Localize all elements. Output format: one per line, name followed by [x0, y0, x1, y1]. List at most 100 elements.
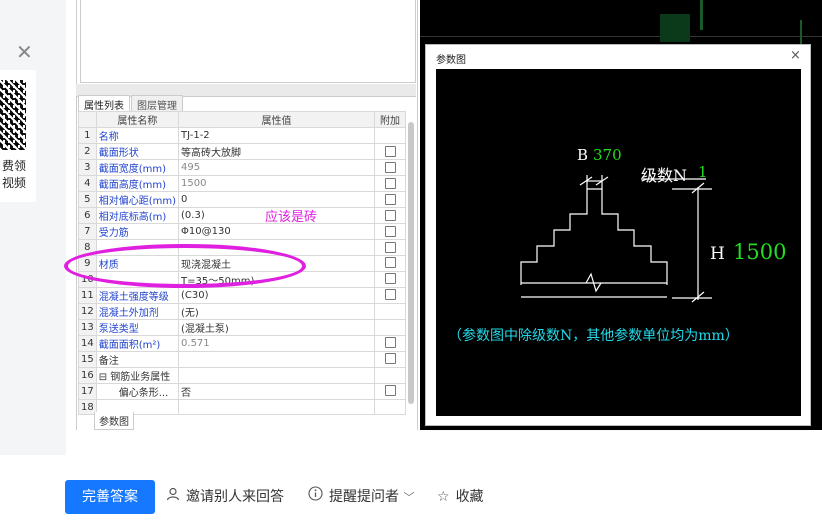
table-row[interactable]: 6 相对底标高(m) (0.3) — [78, 207, 406, 224]
row-property-value[interactable]: 等高砖大放脚 — [178, 143, 376, 160]
row-extra — [374, 127, 406, 144]
row-property-name: 混凝土强度等级 — [95, 286, 180, 304]
extra-checkbox[interactable] — [384, 289, 396, 301]
table-row[interactable]: 16 ⊟ 钢筋业务属性 — [78, 366, 406, 384]
row-index: 15 — [78, 350, 97, 368]
row-property-name: 受力筋 — [95, 223, 180, 240]
dialog-close-icon[interactable]: × — [790, 48, 801, 63]
favorite-label: 收藏 — [455, 489, 484, 505]
table-row[interactable]: 15 备注 — [78, 350, 406, 368]
close-promo-icon[interactable]: ✕ — [16, 40, 33, 64]
extra-checkbox[interactable] — [384, 145, 396, 157]
row-property-value[interactable]: 495 — [178, 159, 376, 176]
extra-checkbox[interactable] — [384, 337, 396, 349]
row-extra — [374, 366, 406, 384]
row-property-name: ⊟ 钢筋业务属性 — [95, 366, 180, 384]
table-row[interactable]: 4 截面高度(mm) 1500 — [78, 175, 406, 192]
row-property-value[interactable] — [178, 398, 376, 416]
row-property-name: 截面面积(m²) — [95, 334, 180, 352]
extra-checkbox[interactable] — [384, 385, 396, 397]
row-index: 12 — [78, 302, 97, 320]
row-property-value[interactable]: (C30) — [178, 286, 376, 304]
row-index: 1 — [78, 127, 97, 144]
complete-answer-button[interactable]: 完善答案 — [65, 480, 155, 514]
extra-checkbox[interactable] — [384, 273, 396, 285]
panel-top-area — [80, 0, 416, 83]
extra-checkbox[interactable] — [384, 257, 396, 269]
row-property-name: 备注 — [95, 350, 180, 368]
table-row[interactable]: 17 偏心条形... 否 — [78, 382, 406, 400]
remind-asker-button[interactable]: 提醒提问者 ﹀ — [308, 486, 414, 506]
row-extra — [374, 254, 406, 272]
level-label: 级数N — [641, 166, 688, 185]
remind-label: 提醒提问者 — [329, 489, 399, 505]
row-property-value[interactable] — [178, 366, 376, 384]
row-property-value[interactable]: 1500 — [178, 175, 376, 192]
row-property-value[interactable]: TJ-1-2 — [178, 127, 376, 144]
dim-h-value: 1500 — [733, 240, 787, 264]
table-row[interactable]: 3 截面宽度(mm) 495 — [78, 159, 406, 176]
row-index: 5 — [78, 191, 97, 208]
row-extra — [374, 286, 406, 304]
row-extra — [374, 318, 406, 336]
row-index: 14 — [78, 334, 97, 352]
promo-line-1: 费领 — [1, 159, 26, 173]
row-index: 4 — [78, 175, 97, 192]
row-property-name: 混凝土外加剂 — [95, 302, 180, 320]
table-row[interactable]: 2 截面形状 等高砖大放脚 — [78, 143, 406, 160]
row-property-value[interactable]: (混凝土泵) — [178, 318, 376, 336]
user-icon — [166, 487, 180, 505]
row-extra — [374, 191, 406, 208]
row-extra — [374, 143, 406, 160]
table-row[interactable]: 1 名称 TJ-1-2 — [78, 127, 406, 144]
header-extra: 附加 — [374, 111, 406, 128]
row-extra — [374, 382, 406, 400]
table-row[interactable]: 12 混凝土外加剂 (无) — [78, 302, 406, 320]
table-row[interactable]: 11 混凝土强度等级 (C30) — [78, 286, 406, 304]
dialog-title: 参数图 — [436, 55, 466, 66]
row-property-name: 截面形状 — [95, 143, 180, 160]
invite-label: 邀请别人来回答 — [186, 489, 284, 505]
header-index — [78, 111, 97, 128]
tab-parameter-diagram[interactable]: 参数图 — [94, 412, 134, 430]
promo-text: 费领 视频 — [0, 158, 26, 192]
extra-checkbox[interactable] — [384, 161, 396, 173]
extra-checkbox[interactable] — [384, 241, 396, 253]
dim-b-label: B — [577, 146, 589, 164]
extra-checkbox[interactable] — [384, 225, 396, 237]
extra-checkbox[interactable] — [384, 193, 396, 205]
dim-b-value: 370 — [593, 146, 622, 164]
invite-answer-button[interactable]: 邀请别人来回答 — [166, 486, 284, 506]
panel-scrollbar[interactable] — [408, 122, 414, 404]
table-row[interactable]: 14 截面面积(m²) 0.571 — [78, 334, 406, 352]
row-property-value[interactable]: (无) — [178, 302, 376, 320]
extra-checkbox[interactable] — [384, 177, 396, 189]
row-index: 7 — [78, 223, 97, 240]
row-property-name: 截面宽度(mm) — [95, 159, 180, 176]
row-extra — [374, 334, 406, 352]
favorite-button[interactable]: ☆ 收藏 — [437, 486, 484, 506]
row-property-value[interactable]: 0.571 — [178, 334, 376, 352]
row-property-name: 相对底标高(m) — [95, 207, 180, 224]
table-row[interactable]: 5 相对偏心距(mm) 0 — [78, 191, 406, 208]
chevron-down-icon: ﹀ — [403, 491, 415, 504]
row-extra — [374, 398, 406, 416]
extra-checkbox[interactable] — [384, 353, 396, 365]
row-property-name: 截面高度(mm) — [95, 175, 180, 192]
extra-checkbox[interactable] — [384, 209, 396, 221]
row-index: 3 — [78, 159, 97, 176]
row-property-value[interactable]: 否 — [178, 382, 376, 400]
footing-outline — [520, 188, 668, 285]
row-index: 11 — [78, 286, 97, 304]
row-property-value[interactable]: Φ10@130 — [178, 223, 376, 240]
row-extra — [374, 350, 406, 368]
row-extra — [374, 302, 406, 320]
dim-h-label: H — [710, 244, 725, 264]
row-property-name: 偏心条形... — [95, 382, 180, 400]
table-row[interactable]: 7 受力筋 Φ10@130 — [78, 223, 406, 240]
panel-tabs: 属性列表 图层管理 — [78, 95, 184, 114]
row-property-value[interactable] — [178, 350, 376, 368]
row-extra — [374, 159, 406, 176]
table-row[interactable]: 13 泵送类型 (混凝土泵) — [78, 318, 406, 336]
row-extra — [374, 207, 406, 224]
